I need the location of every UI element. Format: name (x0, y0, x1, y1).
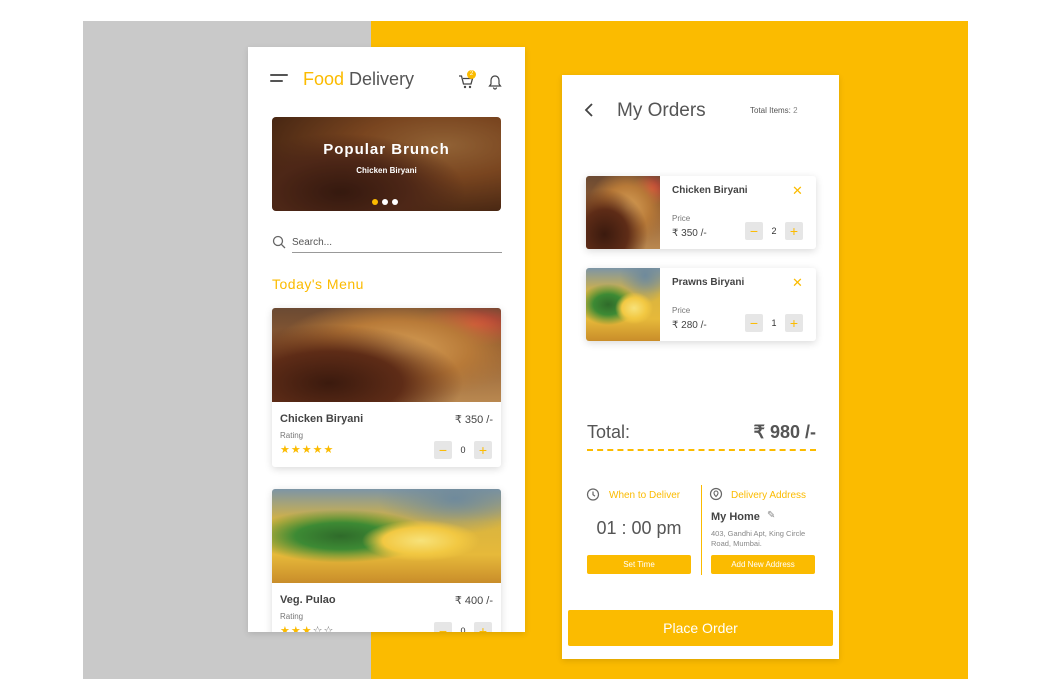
hamburger-icon[interactable] (270, 74, 288, 86)
food-image (586, 268, 660, 341)
app-title: Food Delivery (303, 69, 414, 90)
delivery-address-label: Delivery Address (731, 490, 807, 501)
bell-icon[interactable] (488, 74, 502, 90)
location-icon (709, 487, 723, 501)
food-price: ₹ 350 /- (454, 414, 493, 426)
promo-banner[interactable]: Popular Brunch Chicken Biryani (272, 117, 501, 211)
food-name: Chicken Biryani (280, 413, 364, 425)
decrement-button[interactable]: − (434, 441, 452, 459)
order-price: ₹ 350 /- (672, 228, 707, 239)
increment-button[interactable]: + (785, 222, 803, 240)
rating-label: Rating (280, 431, 304, 440)
close-icon[interactable]: ✕ (792, 183, 803, 199)
quantity-stepper: − 0 + (434, 622, 492, 632)
food-image (272, 308, 501, 402)
orders-screen: My Orders Total Items: 2 Chicken Biryani… (562, 75, 839, 659)
title-rest: Delivery (349, 69, 415, 89)
order-name: Chicken Biryani (672, 185, 748, 196)
banner-title: Popular Brunch (323, 141, 450, 158)
food-image (272, 489, 501, 583)
carousel-dot[interactable] (382, 199, 388, 205)
set-time-button[interactable]: Set Time (587, 555, 691, 574)
section-title: Today's Menu (272, 276, 364, 292)
menu-card[interactable]: Chicken Biryani ₹ 350 /- Rating ★★★★★ − … (272, 308, 501, 467)
total-divider (587, 449, 816, 451)
price-label: Price (672, 214, 691, 223)
price-label: Price (672, 306, 691, 315)
order-price: ₹ 280 /- (672, 320, 707, 331)
add-address-button[interactable]: Add New Address (711, 555, 815, 574)
food-price: ₹ 400 /- (454, 595, 493, 607)
quantity-value: 1 (771, 318, 777, 328)
place-order-button[interactable]: Place Order (568, 610, 833, 646)
cart-badge: 2 (467, 70, 476, 79)
total-items-label: Total Items: (750, 106, 791, 115)
quantity-value: 0 (460, 626, 466, 632)
home-screen: Food Delivery 2 Popular Brunch Chicken B… (248, 47, 525, 632)
quantity-stepper: − 0 + (434, 441, 492, 459)
vertical-divider (701, 485, 702, 575)
total-label: Total: (587, 422, 631, 442)
rating-stars: ★★★☆☆ (280, 625, 335, 632)
carousel-dot[interactable] (392, 199, 398, 205)
increment-button[interactable]: + (474, 622, 492, 632)
decrement-button[interactable]: − (434, 622, 452, 632)
address-line: 403, Gandhi Apt, King Circle Road, Mumba… (711, 529, 806, 548)
quantity-stepper: − 2 + (745, 222, 803, 240)
back-icon[interactable] (584, 103, 594, 117)
address-name: My Home (711, 511, 760, 523)
order-item: Prawns Biryani ✕ Price ₹ 280 /- − 1 + (586, 268, 816, 341)
banner-subtitle: Chicken Biryani (356, 166, 417, 175)
page-title: My Orders (617, 100, 706, 121)
menu-card[interactable]: Veg. Pulao ₹ 400 /- Rating ★★★☆☆ − 0 + (272, 489, 501, 632)
quantity-stepper: − 1 + (745, 314, 803, 332)
close-icon[interactable]: ✕ (792, 275, 803, 291)
carousel-dot-active[interactable] (372, 199, 378, 205)
total-items-value: 2 (793, 106, 798, 115)
brand-word: Food (303, 69, 345, 89)
order-item: Chicken Biryani ✕ Price ₹ 350 /- − 2 + (586, 176, 816, 249)
rating-stars: ★★★★★ (280, 444, 335, 456)
quantity-value: 0 (460, 445, 466, 455)
app-header: Food Delivery 2 (248, 47, 525, 107)
carousel-dots (372, 199, 398, 205)
increment-button[interactable]: + (785, 314, 803, 332)
food-name: Veg. Pulao (280, 594, 336, 606)
edit-icon[interactable]: ✎ (767, 510, 775, 521)
clock-icon (586, 488, 600, 501)
quantity-value: 2 (771, 226, 777, 236)
increment-button[interactable]: + (474, 441, 492, 459)
search-icon (272, 235, 286, 249)
order-name: Prawns Biryani (672, 277, 745, 288)
food-image (586, 176, 660, 249)
when-to-deliver-label: When to Deliver (609, 490, 681, 501)
delivery-time: 01 : 00 pm (596, 518, 682, 538)
total-value: ₹ 980 /- (753, 422, 816, 442)
search-input[interactable] (292, 233, 502, 253)
decrement-button[interactable]: − (745, 222, 763, 240)
total-items: Total Items: 2 (750, 106, 798, 115)
rating-label: Rating (280, 612, 304, 621)
decrement-button[interactable]: − (745, 314, 763, 332)
